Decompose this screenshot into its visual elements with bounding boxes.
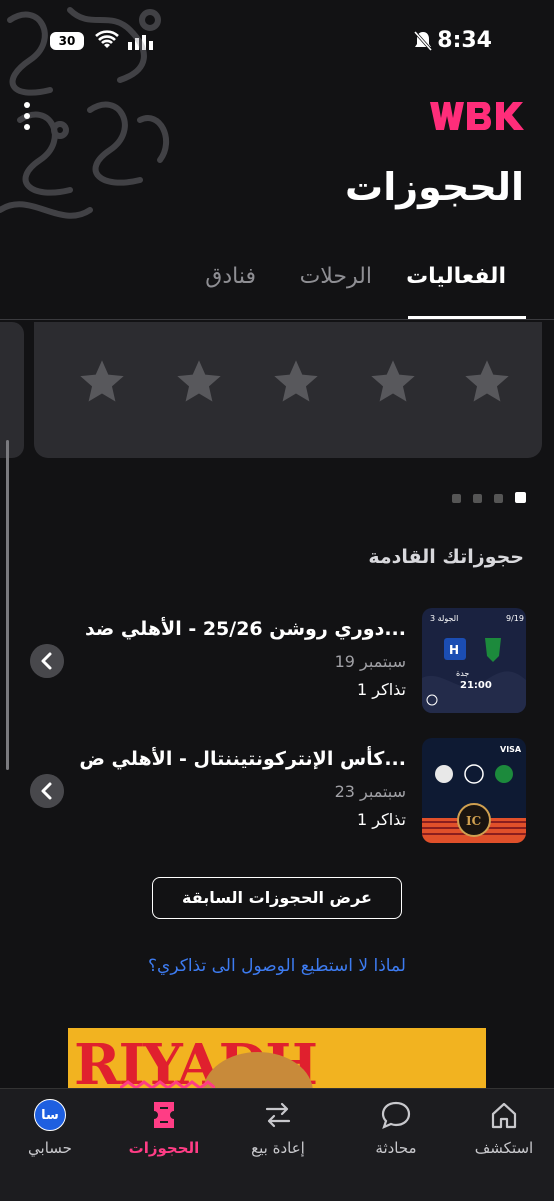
match-time: 21:00: [460, 680, 492, 691]
upcoming-section-title: حجوزاتك القادمة: [368, 546, 524, 568]
nav-bookings[interactable]: الحجوزات: [114, 1099, 214, 1157]
page-dot-active[interactable]: [515, 492, 526, 503]
booking-date: 19 سبتمبر: [334, 652, 406, 671]
star-icon[interactable]: [270, 356, 322, 408]
silent-bell-icon: [413, 31, 433, 51]
tab-events[interactable]: الفعاليات: [406, 264, 506, 289]
nav-chat[interactable]: محادثة: [346, 1099, 446, 1157]
wbk-logo: [430, 102, 524, 130]
nav-label: محادثة: [375, 1139, 417, 1157]
carousel-card-peek[interactable]: [0, 322, 24, 458]
booking-tickets: 1 تذاكر: [356, 680, 406, 699]
booking-item[interactable]: VISA IC كأس الإنتركونتيننتال - الأهلي ض.…: [28, 738, 526, 843]
nav-explore[interactable]: استكشف: [454, 1099, 554, 1157]
tab-trips[interactable]: الرحلات: [300, 264, 372, 289]
bottom-nav: استكشف محادثة إعادة بيع الحجوزات سا حساب…: [0, 1088, 554, 1201]
more-options-icon[interactable]: [20, 100, 34, 134]
help-link[interactable]: لماذا لا استطيع الوصول الى تذاكري؟: [0, 956, 554, 976]
page-title: الحجوزات: [345, 165, 524, 209]
ticket-icon: [154, 1102, 174, 1128]
match-thumbnail: VISA IC: [422, 738, 526, 843]
avatar: سا: [34, 1099, 66, 1131]
past-bookings-button[interactable]: عرض الحجوزات السابقة: [152, 877, 402, 919]
tab-bar: الفعاليات الرحلات فنادق: [0, 250, 554, 320]
nav-label: الحجوزات: [128, 1139, 200, 1157]
match-date: 9/19: [506, 614, 524, 623]
round-label: الجولة 3: [430, 614, 458, 623]
page-dot[interactable]: [473, 494, 482, 503]
city-label: جدة: [456, 669, 469, 678]
clock: 8:34: [437, 28, 492, 53]
scrollbar[interactable]: [6, 440, 9, 770]
booking-date: 23 سبتمبر: [334, 782, 406, 801]
svg-text:H: H: [449, 643, 459, 657]
star-icon[interactable]: [367, 356, 419, 408]
tab-hotels[interactable]: فنادق: [205, 264, 256, 289]
page-dot[interactable]: [494, 494, 503, 503]
nav-account[interactable]: سا حسابي: [0, 1099, 100, 1157]
carousel-pagination: [440, 488, 526, 503]
booking-title: دوري روشن 25/26 - الأهلي ضد...: [84, 618, 406, 640]
sponsor-label: VISA: [500, 745, 522, 754]
match-thumbnail: الجولة 3 9/19 H جدة 21:00: [422, 608, 526, 713]
chat-icon: [381, 1101, 411, 1129]
divider: [0, 319, 554, 320]
nav-label: حسابي: [28, 1139, 72, 1157]
chevron-left-icon[interactable]: [30, 644, 64, 678]
booking-tickets: 1 تذاكر: [356, 810, 406, 829]
star-icon[interactable]: [76, 356, 128, 408]
nav-label: إعادة بيع: [251, 1139, 305, 1157]
nav-resale[interactable]: إعادة بيع: [228, 1099, 328, 1157]
home-icon: [491, 1102, 517, 1129]
booking-item[interactable]: الجولة 3 9/19 H جدة 21:00 دوري روشن 25/2…: [28, 608, 526, 713]
star-icon[interactable]: [173, 356, 225, 408]
booking-title: كأس الإنتركونتيننتال - الأهلي ض...: [79, 748, 406, 770]
nav-label: استكشف: [474, 1139, 534, 1157]
svg-text:IC: IC: [466, 814, 481, 828]
page-dot[interactable]: [452, 494, 461, 503]
resale-icon: [265, 1102, 291, 1128]
rating-card[interactable]: [34, 322, 542, 458]
star-icon[interactable]: [461, 356, 513, 408]
chevron-left-icon[interactable]: [30, 774, 64, 808]
